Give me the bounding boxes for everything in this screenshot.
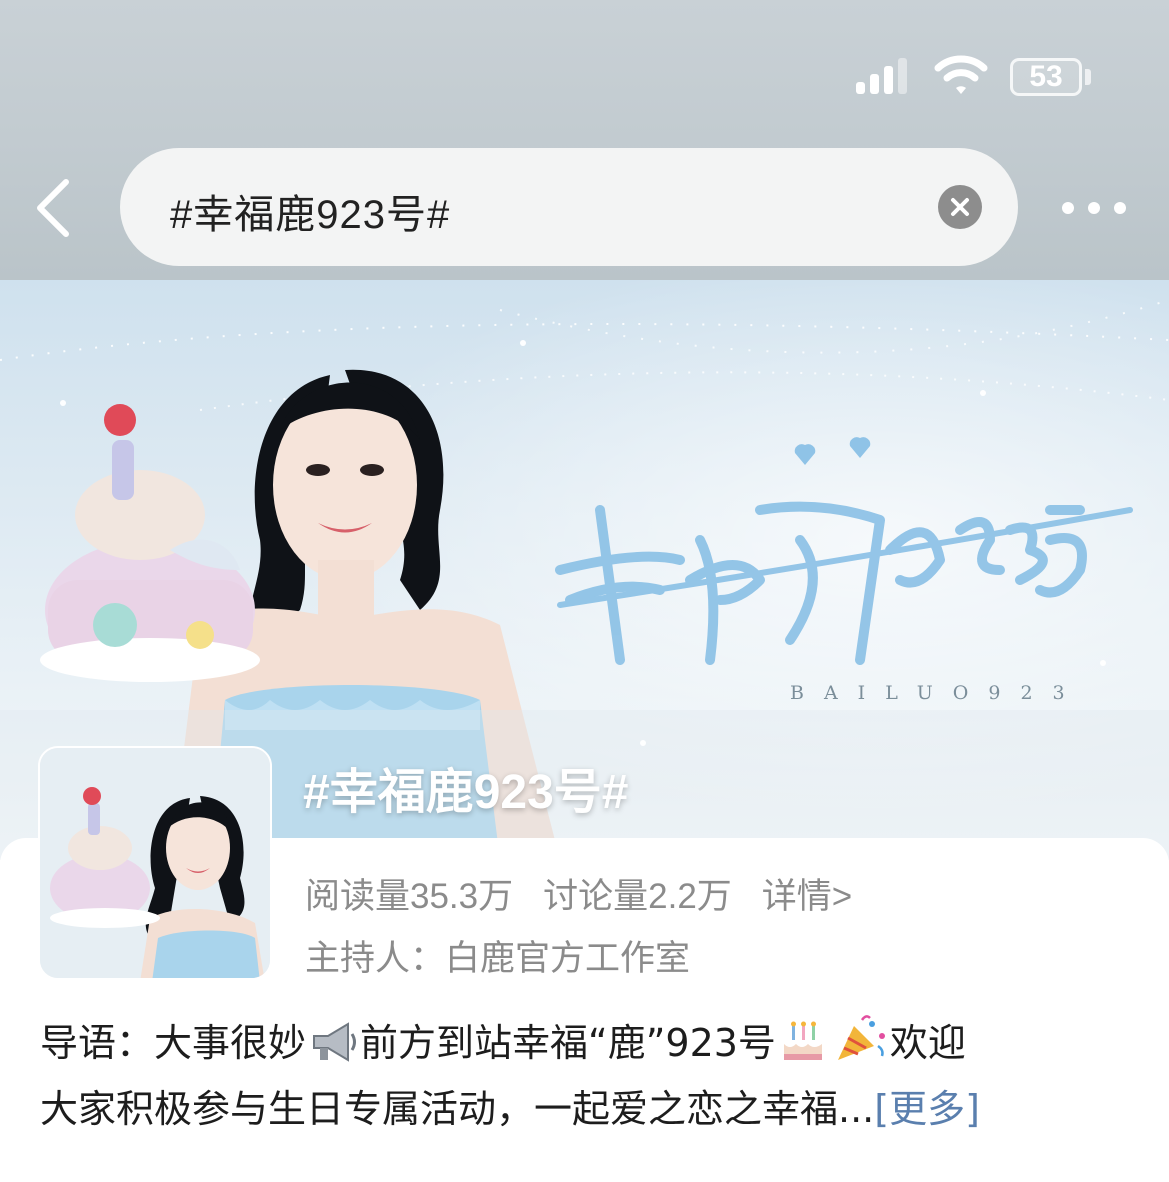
more-link[interactable]: [更多] — [874, 1087, 980, 1131]
read-count: 阅读量35.3万 — [305, 877, 514, 916]
battery-cap — [1085, 69, 1091, 85]
topic-stats: 阅读量35.3万 讨论量2.2万 详情> — [305, 868, 882, 919]
party-popper-icon — [837, 1015, 885, 1060]
chevron-left-icon[interactable] — [30, 178, 80, 238]
intro-text-2: 前方到站幸福“鹿”923号 — [360, 1021, 776, 1065]
clear-icon[interactable] — [938, 185, 982, 229]
topic-title: #幸福鹿923号# — [303, 766, 629, 819]
megaphone-icon — [313, 1022, 357, 1062]
cake-icon — [783, 1021, 822, 1060]
battery-indicator: 53 — [1010, 58, 1082, 96]
search-input[interactable]: #幸福鹿923号# — [170, 182, 450, 240]
more-dots-icon[interactable] — [1058, 190, 1130, 226]
topic-host: 主持人：白鹿官方工作室 — [305, 939, 691, 979]
signal-icon — [856, 58, 908, 94]
banner-logo-subtitle: BAILUO923 — [790, 682, 1085, 704]
intro-text-1: 导语：大事很妙 — [40, 1021, 307, 1065]
intro-text-3: 欢迎 — [889, 1021, 966, 1065]
status-bar: 53 — [0, 0, 1169, 140]
discuss-count: 讨论量2.2万 — [543, 877, 732, 916]
wifi-icon — [934, 55, 988, 94]
topic-avatar[interactable] — [38, 746, 272, 980]
search-bar[interactable]: #幸福鹿923号# — [120, 148, 1018, 266]
topic-intro: 导语：大事很妙 前方到站幸福“鹿”923号 欢迎 大家积极参与生日专属活动，一起… — [40, 1010, 1130, 1142]
intro-text-4: 大家积极参与生日专属活动，一起爱之恋之幸福... — [40, 1087, 875, 1131]
details-link[interactable]: 详情> — [762, 877, 852, 916]
